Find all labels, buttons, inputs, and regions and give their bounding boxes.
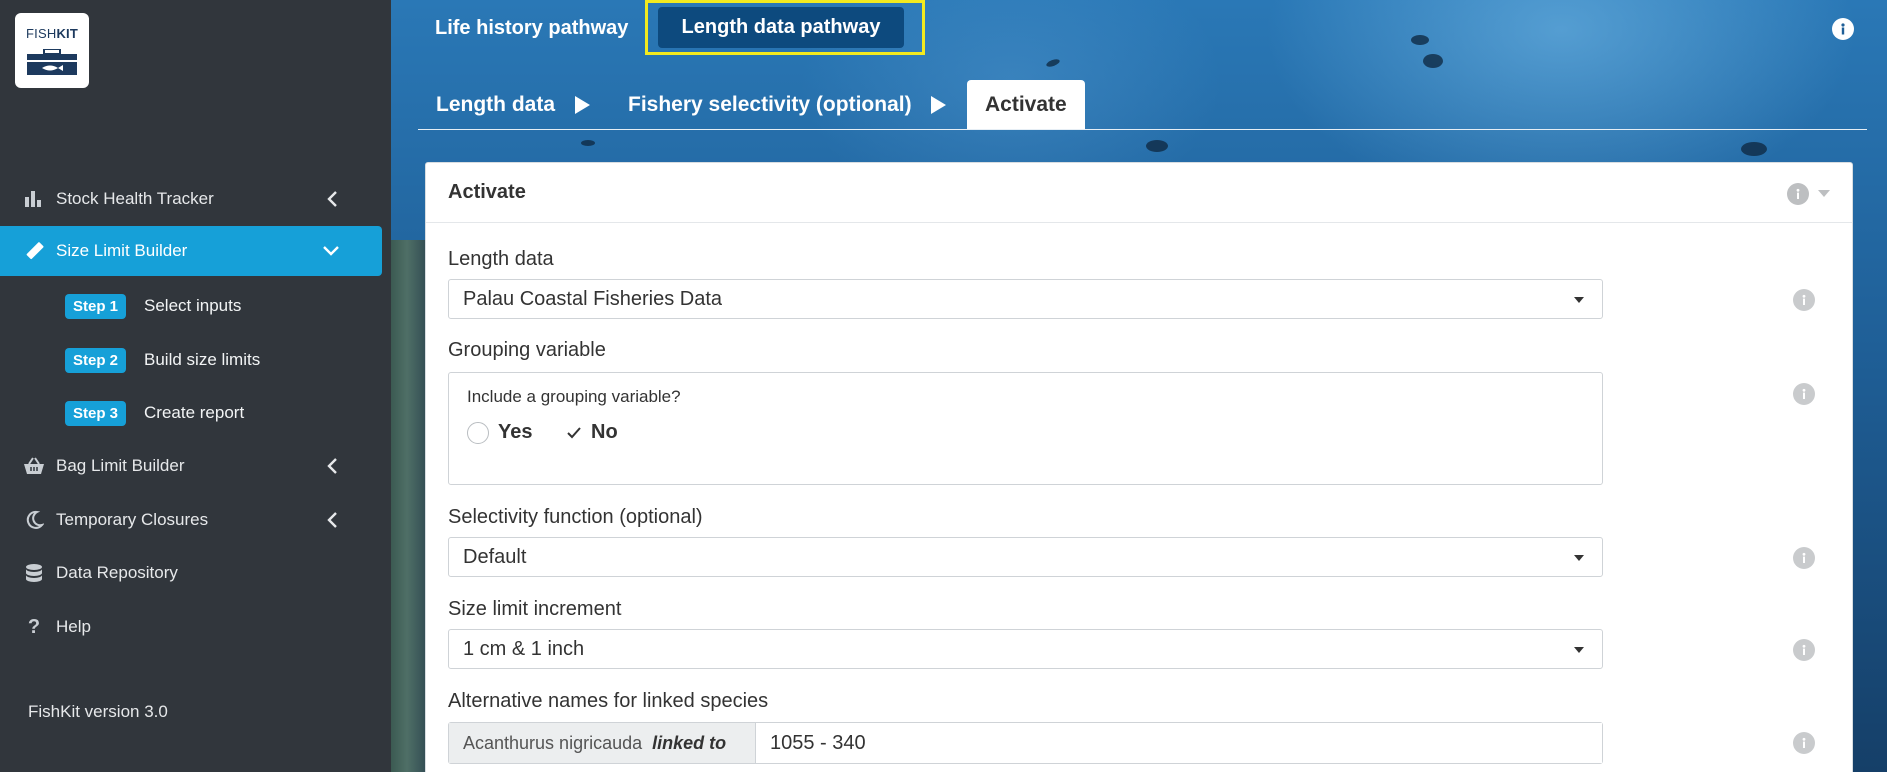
step-label: Select inputs [144,296,242,315]
collapse-caret-icon[interactable] [1818,190,1830,197]
linked-to-text: linked to [652,732,727,753]
play-arrow-icon [575,96,590,114]
selectivity-select[interactable]: Default [448,537,1603,577]
fish-decoration [1741,142,1767,156]
tab-life-history-pathway[interactable]: Life history pathway [435,10,628,46]
step-label: Create report [144,403,245,422]
caret-down-icon [1574,555,1584,561]
selectivity-label: Selectivity function (optional) [448,506,703,528]
basket-icon [22,457,46,475]
grouping-variable-box: Include a grouping variable? Yes No [448,372,1603,485]
sidebar: FISHKIT Stock Health Tracker Size Limit … [0,0,391,772]
step-badge: Step 1 [65,293,127,319]
activate-panel: Activate Length data Palau Coastal Fishe… [425,162,1853,772]
info-icon[interactable] [1793,639,1815,661]
info-icon[interactable] [1793,732,1815,754]
select-value: 1 cm & 1 inch [463,637,585,660]
select-value: Palau Coastal Fisheries Data [463,287,723,310]
info-icon[interactable] [1793,547,1815,569]
sidebar-item-label: Bag Limit Builder [56,456,185,475]
tab-divider [418,129,1867,130]
panel-header: Activate [426,163,1852,223]
info-icon[interactable] [1793,289,1815,311]
grouping-yes-radio[interactable]: Yes [467,421,532,444]
moon-icon [22,510,46,530]
info-icon[interactable] [1793,383,1815,405]
database-icon [22,563,46,583]
sidebar-item-size-limit-builder[interactable]: Size Limit Builder [0,226,382,276]
length-data-select[interactable]: Palau Coastal Fisheries Data [448,279,1603,319]
fish-decoration [1045,57,1061,69]
grouping-variable-label: Grouping variable [448,339,606,361]
caret-down-icon [1574,297,1584,303]
tab-fishery-selectivity[interactable]: Fishery selectivity (optional) [628,80,912,129]
alt-names-label: Alternative names for linked species [448,690,769,712]
step-create-report[interactable]: Step 3 Create report [65,399,244,427]
fish-decoration [1146,140,1168,152]
radio-label: Yes [498,421,533,443]
tab-length-data[interactable]: Length data [436,80,555,129]
tab-activate[interactable]: Activate [967,80,1085,129]
chevron-left-icon [321,455,343,477]
grouping-no-radio[interactable]: No [563,421,618,444]
alt-names-row: Acanthurus nigricauda linked to [448,722,1603,764]
radio-label: No [591,421,618,443]
play-arrow-icon [931,96,946,114]
question-icon: ? [27,615,41,638]
alt-name-input[interactable] [756,723,1602,763]
logo-text: FISHKIT [26,26,78,41]
sidebar-item-data-repository[interactable]: Data Repository [0,548,383,598]
size-increment-label: Size limit increment [448,598,622,620]
length-data-label: Length data [448,248,554,270]
size-increment-select[interactable]: 1 cm & 1 inch [448,629,1603,669]
sidebar-item-label: Size Limit Builder [56,241,188,260]
step-select-inputs[interactable]: Step 1 Select inputs [65,292,241,320]
step-label: Build size limits [144,350,261,369]
sidebar-item-label: Help [56,617,91,636]
sidebar-item-temporary-closures[interactable]: Temporary Closures [0,495,383,545]
panel-title: Activate [448,181,526,203]
chevron-left-icon [321,509,343,531]
fish-decoration [1411,35,1429,45]
fish-decoration [581,140,595,146]
bar-chart-icon [22,191,46,207]
species-name: Acanthurus nigricauda [463,732,643,753]
fish-decoration [1423,54,1443,68]
sidebar-item-help[interactable]: ? Help [0,602,383,652]
tab-length-data-pathway[interactable]: Length data pathway [658,7,904,48]
caret-down-icon [1574,647,1584,653]
step-badge: Step 3 [65,400,127,426]
sidebar-item-label: Stock Health Tracker [56,189,214,208]
fishkit-logo[interactable]: FISHKIT [15,13,89,88]
sidebar-item-bag-limit-builder[interactable]: Bag Limit Builder [0,441,383,491]
sidebar-item-label: Temporary Closures [56,510,209,529]
step-badge: Step 2 [65,347,127,373]
info-icon[interactable] [1832,18,1854,40]
step-build-size-limits[interactable]: Step 2 Build size limits [65,346,260,374]
main-content: Life history pathway Length data pathway… [391,0,1887,772]
check-icon [563,422,585,444]
chevron-left-icon [321,188,343,210]
grouping-question: Include a grouping variable? [467,387,681,406]
info-icon[interactable] [1787,183,1809,205]
ruler-icon [22,241,46,261]
tackle-box-icon [27,49,77,75]
chevron-down-icon [320,240,342,262]
species-addon: Acanthurus nigricauda linked to [449,723,756,763]
app-version: FishKit version 3.0 [28,702,168,721]
sidebar-item-stock-health-tracker[interactable]: Stock Health Tracker [0,174,383,224]
sidebar-item-label: Data Repository [56,563,178,582]
select-value: Default [463,545,527,568]
radio-circle [467,421,489,444]
